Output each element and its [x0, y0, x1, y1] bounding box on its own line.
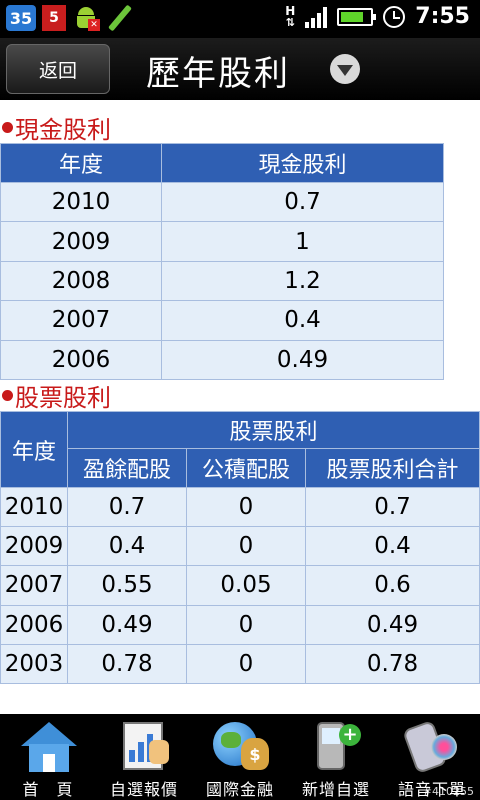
year-cell: 2010	[0, 181, 162, 223]
nav-item-home[interactable]: 首 頁	[0, 714, 96, 800]
cash-dividend-cell: 0.7	[161, 181, 444, 223]
bullet-icon	[2, 122, 13, 133]
app-header: 返回 歷年股利	[0, 38, 480, 100]
column-header-stock-dividend-total: 股票股利合計	[305, 448, 480, 488]
year-cell: 2010	[0, 486, 68, 528]
cash-dividend-cell: 1	[161, 221, 444, 262]
reserve-shares-cell: 0	[186, 526, 306, 567]
earnings-shares-cell: 0.55	[67, 565, 187, 606]
nav-item-watchlist-quote[interactable]: 自選報價	[96, 714, 192, 800]
stock-dividend-total-cell: 0.49	[305, 604, 480, 645]
battery-icon	[337, 7, 377, 26]
year-cell: 2006	[0, 604, 68, 645]
column-header-year: 年度	[0, 143, 162, 183]
table-row: 2009 0.4 0 0.4	[0, 526, 480, 567]
nav-item-global-finance[interactable]: $ 國際金融	[192, 714, 288, 800]
table-row: 2003 0.78 0 0.78	[0, 643, 480, 684]
year-cell: 2003	[0, 643, 68, 684]
clock-time: 7:55	[415, 4, 470, 29]
reserve-shares-cell: 0	[186, 486, 306, 528]
pen-icon	[106, 5, 132, 31]
column-header-earnings-shares: 盈餘配股	[67, 448, 187, 488]
nav-item-label: 自選報價	[109, 780, 178, 799]
year-cell: 2009	[0, 526, 68, 567]
table-row: 2006 0.49 0 0.49	[0, 604, 480, 645]
network-type-icon: H ⇅	[285, 3, 296, 29]
bullet-icon	[2, 390, 13, 401]
cash-dividend-cell: 1.2	[161, 260, 444, 302]
chevron-down-icon	[337, 65, 353, 76]
add-watchlist-icon: +	[305, 718, 367, 772]
reserve-shares-cell: 0.05	[186, 565, 306, 606]
page-title: 歷年股利	[146, 54, 290, 94]
earnings-shares-cell: 0.49	[67, 604, 187, 645]
calendar-badge-icon: 35	[6, 5, 36, 31]
home-icon	[17, 718, 79, 772]
year-cell: 2007	[0, 300, 162, 341]
app-notification-icon: 5	[42, 5, 66, 31]
stock-dividend-total-cell: 0.4	[305, 526, 480, 567]
stock-dividend-section-title: 股票股利	[0, 378, 111, 413]
table-row: 2006 0.49	[0, 339, 444, 380]
column-group-header-stock-dividend: 股票股利	[67, 411, 480, 449]
table-row: 2010 0.7	[0, 181, 444, 223]
year-cell: 2007	[0, 565, 68, 606]
nav-item-label: 首 頁	[22, 780, 74, 799]
signal-strength-icon	[305, 6, 328, 28]
system-icons: H ⇅ 7:55	[285, 4, 470, 29]
dropdown-button[interactable]	[330, 54, 360, 84]
dividend-content[interactable]: 現金股利 年度 現金股利 2010 0.7 2009 1 2008 1.2 20…	[0, 100, 480, 714]
year-cell: 2008	[0, 260, 162, 302]
stock-dividend-total-cell: 0.78	[305, 643, 480, 684]
voice-order-icon	[401, 718, 463, 775]
table-row: 2007 0.4	[0, 300, 444, 341]
stock-dividend-table: 年度 股票股利 盈餘配股 公積配股 股票股利合計 2010 0.7 0 0.7 …	[0, 411, 480, 684]
watermark-text: #410255	[422, 785, 474, 798]
year-cell: 2009	[0, 221, 162, 262]
column-header-year: 年度	[0, 411, 68, 488]
table-row: 2008 1.2	[0, 260, 444, 302]
back-button[interactable]: 返回	[6, 44, 110, 94]
status-bar: 35 5 ✕ H ⇅ 7:55	[0, 0, 480, 38]
bottom-navigation: 首 頁 自選報價 $ 國際金融 + 新增自選 語音下單 #410255	[0, 714, 480, 800]
nav-item-label: 國際金融	[205, 780, 274, 799]
nav-item-add-watchlist[interactable]: + 新增自選	[288, 714, 384, 800]
column-header-reserve-shares: 公積配股	[186, 448, 306, 488]
cash-dividend-cell: 0.49	[161, 339, 444, 380]
table-row: 2010 0.7 0 0.7	[0, 486, 480, 528]
cash-dividend-cell: 0.4	[161, 300, 444, 341]
watchlist-quote-icon	[113, 718, 175, 772]
reserve-shares-cell: 0	[186, 604, 306, 645]
earnings-shares-cell: 0.4	[67, 526, 187, 567]
table-row: 2007 0.55 0.05 0.6	[0, 565, 480, 606]
cash-dividend-section-title: 現金股利	[0, 110, 111, 145]
nav-item-label: 新增自選	[301, 780, 370, 799]
reserve-shares-cell: 0	[186, 643, 306, 684]
alarm-icon	[383, 5, 406, 28]
cash-dividend-table: 年度 現金股利 2010 0.7 2009 1 2008 1.2 2007 0.…	[0, 143, 444, 380]
table-row: 2009 1	[0, 221, 444, 262]
column-header-cash-dividend: 現金股利	[161, 143, 444, 183]
earnings-shares-cell: 0.7	[67, 486, 187, 528]
stock-dividend-total-cell: 0.6	[305, 565, 480, 606]
global-finance-icon: $	[209, 718, 271, 772]
notification-icons: 35 5 ✕	[6, 5, 132, 31]
android-debug-icon: ✕	[72, 5, 100, 31]
year-cell: 2006	[0, 339, 162, 380]
earnings-shares-cell: 0.78	[67, 643, 187, 684]
stock-dividend-total-cell: 0.7	[305, 486, 480, 528]
